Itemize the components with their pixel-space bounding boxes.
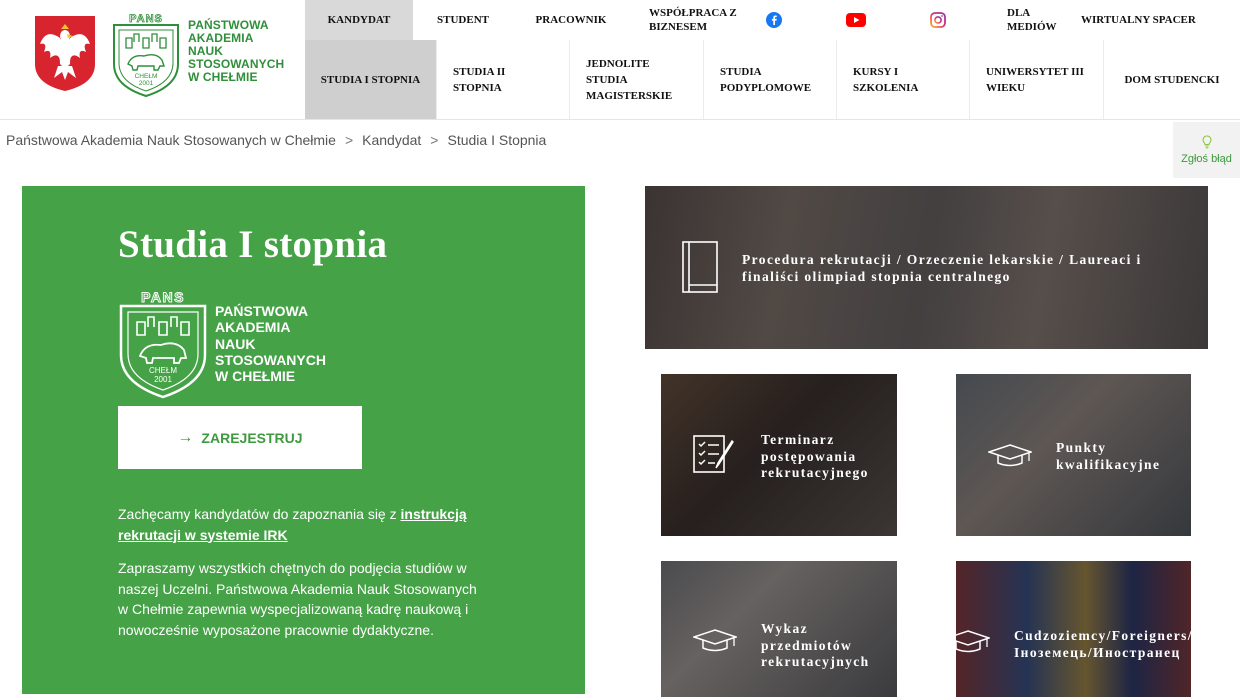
breadcrumb-item-current: Studia I Stopnia [447, 132, 547, 148]
top-navigation: KANDYDAT STUDENT PRACOWNIK WSPÓŁPRACA Z … [305, 0, 1240, 40]
arrow-right-icon: → [177, 428, 194, 446]
instagram-icon [930, 12, 946, 28]
report-error-label: Zgłoś błąd [1181, 153, 1232, 165]
svg-text:2001: 2001 [154, 375, 172, 384]
pans-university-logo-icon[interactable]: PANS CHEŁM 2001 [110, 12, 182, 98]
top-nav-wirtualny-spacer[interactable]: WIRTUALNY SPACER [1061, 0, 1240, 40]
tile-recruitment-schedule[interactable]: Terminarz postępowania rekrutacyjnego [661, 374, 897, 536]
breadcrumb-separator: > [344, 132, 354, 148]
svg-text:PANS: PANS [141, 289, 185, 305]
top-nav-wspolpraca[interactable]: WSPÓŁPRACA Z BIZNESEM [629, 0, 747, 40]
polish-eagle-emblem-icon[interactable] [32, 14, 98, 92]
sub-nav-studia-ii-stopnia[interactable]: STUDIA II STOPNIA [437, 40, 570, 119]
panel-logo-line: NAUK [215, 335, 256, 352]
page-title: Studia I stopnia [118, 223, 388, 266]
instagram-link[interactable] [911, 0, 965, 40]
tile-recruitment-procedure[interactable]: Procedura rekrutacji / Orzeczenie lekars… [645, 186, 1208, 349]
tile-label: Cudzoziemcy/Foreigners/Іноземець/Иностра… [1014, 628, 1191, 660]
breadcrumb-item-kandydat[interactable]: Kandydat [362, 132, 421, 148]
intro-paragraph: Zachęcamy kandydatów do zapoznania się z… [118, 504, 478, 545]
tile-recruitment-subjects[interactable]: Wykaz przedmiotów rekrutacyjnych [661, 561, 897, 697]
pans-logo-white-icon: PANS CHEŁM 2001 [119, 289, 207, 399]
youtube-link[interactable] [801, 0, 911, 40]
sub-nav-dom-studencki[interactable]: DOM STUDENCKI [1104, 40, 1240, 119]
sub-navigation: STUDIA I STOPNIA STUDIA II STOPNIA JEDNO… [305, 40, 1240, 119]
sub-nav-kursy-i-szkolenia[interactable]: KURSY I SZKOLENIA [837, 40, 970, 119]
top-nav-dla-mediow[interactable]: DLA MEDIÓW [965, 0, 1061, 40]
tile-label: Procedura rekrutacji / Orzeczenie lekars… [742, 252, 1142, 284]
logo-line: W CHEŁMIE [188, 70, 258, 84]
sub-nav-label: JEDNOLITE STUDIA MAGISTERSKIE [586, 57, 673, 102]
register-button[interactable]: → ZAREJESTRUJ [118, 406, 362, 469]
svg-text:2001: 2001 [139, 80, 154, 87]
intro-text: Zachęcamy kandydatów do zapoznania się z [118, 506, 401, 522]
svg-text:CHEŁM: CHEŁM [149, 366, 177, 375]
book-icon [682, 241, 718, 293]
sub-nav-jednolite-studia[interactable]: JEDNOLITE STUDIA MAGISTERSKIE [570, 40, 704, 119]
panel-logo-line: STOSOWANYCH [215, 351, 326, 368]
sub-nav-label: UNIWERSYTET III WIEKU [986, 65, 1084, 94]
panel-logo-line: W CHEŁMIE [215, 368, 296, 385]
top-nav-kandydat[interactable]: KANDYDAT [305, 0, 413, 40]
breadcrumb: Państwowa Akademia Nauk Stosowanych w Ch… [6, 132, 546, 148]
report-error-button[interactable]: Zgłoś błąd [1173, 122, 1240, 178]
university-name-logo-text[interactable]: PAŃSTWOWA AKADEMIA NAUK STOSOWANYCH W CH… [188, 19, 284, 84]
youtube-icon [846, 13, 866, 27]
top-nav-pracownik[interactable]: PRACOWNIK [513, 0, 629, 40]
breadcrumb-item-home[interactable]: Państwowa Akademia Nauk Stosowanych w Ch… [6, 132, 336, 148]
sub-nav-uniwersytet-iii-wieku[interactable]: UNIWERSYTET III WIEKU [970, 40, 1104, 119]
top-nav-student[interactable]: STUDENT [413, 0, 513, 40]
body-paragraph: Zapraszamy wszystkich chętnych do podjęc… [118, 560, 477, 638]
sub-nav-label: STUDIA PODYPLOMOWE [720, 65, 812, 94]
panel-logo-text: PAŃSTWOWA AKADEMIA NAUK STOSOWANYCH W CH… [215, 303, 326, 384]
sub-nav-studia-i-stopnia[interactable]: STUDIA I STOPNIA [305, 40, 437, 119]
checklist-icon [693, 435, 734, 473]
sub-nav-label: STUDIA II STOPNIA [453, 65, 506, 94]
tile-foreigners[interactable]: Cudzoziemcy/Foreigners/Іноземець/Иностра… [956, 561, 1191, 697]
sub-nav-label: KURSY I SZKOLENIA [853, 65, 919, 94]
facebook-link[interactable] [747, 0, 801, 40]
facebook-icon [766, 12, 782, 28]
site-header: PANS CHEŁM 2001 PAŃSTWOWA AKADEMIA NAUK … [0, 0, 1240, 120]
tile-label: Wykaz przedmiotów rekrutacyjnych [761, 621, 870, 669]
graduation-cap-icon [693, 629, 737, 652]
svg-text:CHEŁM: CHEŁM [135, 73, 158, 80]
svg-text:PANS: PANS [129, 13, 163, 25]
breadcrumb-separator: > [430, 132, 439, 148]
panel-logo-line: AKADEMIA [215, 319, 291, 336]
lightbulb-icon [1201, 135, 1212, 149]
panel-logo-line: PAŃSTWOWA [215, 303, 309, 319]
graduation-cap-icon [988, 444, 1032, 467]
sub-nav-studia-podyplomowe[interactable]: STUDIA PODYPLOMOWE [704, 40, 837, 119]
tile-label: Terminarz postępowania rekrutacyjnego [761, 432, 869, 480]
tile-label: Punkty kwalifikacyjne [1056, 440, 1161, 472]
register-button-label: ZAREJESTRUJ [201, 429, 303, 446]
graduation-cap-icon [956, 630, 990, 653]
intro-panel: Studia I stopnia PANS CHEŁM 2001 PAŃSTWO… [22, 186, 585, 694]
tile-qualification-points[interactable]: Punkty kwalifikacyjne [956, 374, 1191, 536]
